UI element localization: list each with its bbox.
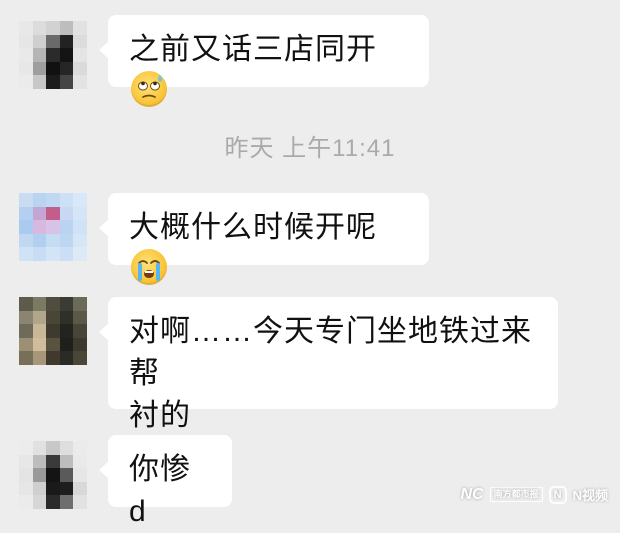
bubble-tail bbox=[99, 461, 109, 479]
contact-avatar[interactable] bbox=[19, 21, 87, 89]
timestamp: 昨天 上午11:41 bbox=[224, 135, 396, 162]
watermark-brand: NC bbox=[460, 485, 484, 503]
message-text-line: 衬的 bbox=[129, 399, 191, 432]
contact-avatar[interactable] bbox=[19, 441, 87, 509]
message-bubble[interactable]: 对啊……今天专门坐地铁过来帮 衬的 bbox=[99, 297, 558, 432]
message-text: 大概什么时候开呢 bbox=[129, 211, 377, 244]
bubble-tail bbox=[99, 219, 109, 237]
bubble-tail bbox=[99, 323, 109, 341]
message-bubble[interactable]: 你惨 d bbox=[99, 435, 232, 528]
message-text-line: 对啊……今天专门坐地铁过来帮 bbox=[129, 315, 532, 390]
crying-emoji-icon bbox=[131, 249, 167, 285]
contact-avatar[interactable] bbox=[19, 193, 87, 261]
bubble-tail bbox=[99, 41, 109, 59]
contact-avatar[interactable] bbox=[19, 297, 87, 365]
watermark-tag: 南方都市报 bbox=[489, 487, 543, 502]
message-bubble[interactable]: 大概什么时候开呢 bbox=[99, 193, 429, 285]
sweat-roll-eyes-emoji-icon bbox=[131, 71, 167, 107]
n-video-logo-icon: N bbox=[548, 485, 567, 504]
message-text: 之前又话三店同开 bbox=[129, 33, 377, 66]
watermark-app: N视频 bbox=[572, 488, 608, 503]
message-bubble[interactable]: 之前又话三店同开 bbox=[99, 15, 429, 107]
message-text: 你惨 d bbox=[129, 453, 191, 528]
watermark: NC 南方都市报 N N视频 bbox=[460, 485, 608, 504]
